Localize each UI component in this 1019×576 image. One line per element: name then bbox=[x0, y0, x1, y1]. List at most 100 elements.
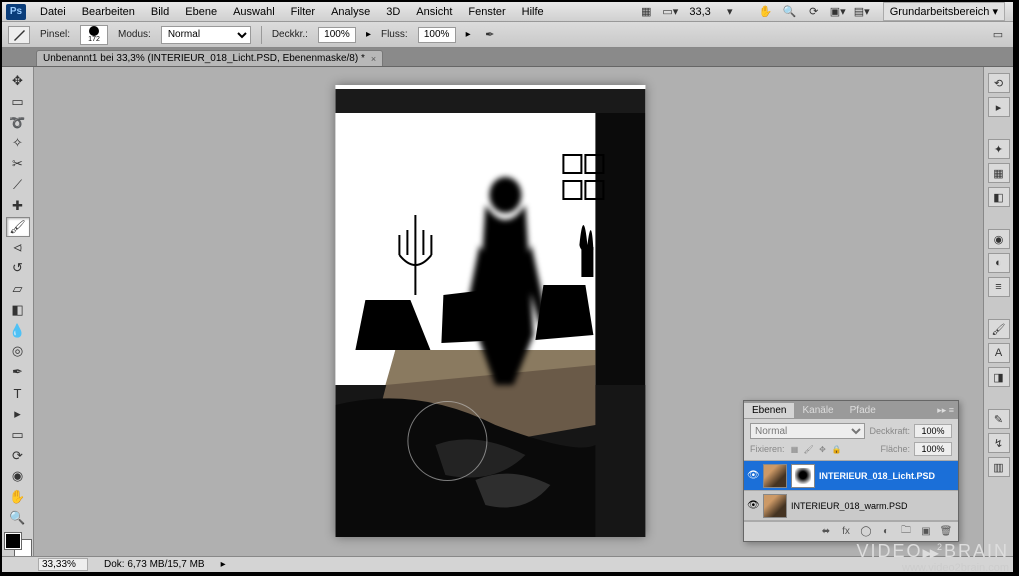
adjustment-layer-icon[interactable]: ◐ bbox=[878, 525, 894, 539]
document-tab[interactable]: Unbenannt1 bei 33,3% (INTERIEUR_018_Lich… bbox=[36, 50, 383, 66]
layer-mask-thumbnail[interactable] bbox=[791, 464, 815, 488]
3d-tool-icon[interactable]: ⟳ bbox=[6, 446, 30, 466]
styles-panel-icon[interactable]: ◉ bbox=[988, 229, 1010, 249]
eyedropper-tool-icon[interactable]: ⟋ bbox=[6, 175, 30, 195]
menu-help[interactable]: Hilfe bbox=[514, 4, 552, 20]
lock-transparency-icon[interactable]: ▦ bbox=[789, 443, 801, 455]
status-zoom[interactable]: 33,33% bbox=[38, 558, 88, 571]
layer-opacity-input[interactable] bbox=[914, 424, 952, 438]
character-panel-icon[interactable]: A bbox=[988, 343, 1010, 363]
lasso-tool-icon[interactable]: ➰ bbox=[6, 113, 30, 133]
layers-dock-icon[interactable]: ▥ bbox=[988, 457, 1010, 477]
eraser-tool-icon[interactable]: ▱ bbox=[6, 279, 30, 299]
history-panel-icon[interactable]: ⟲ bbox=[988, 73, 1010, 93]
actions-panel-icon[interactable]: ▸ bbox=[988, 97, 1010, 117]
menu-3d[interactable]: 3D bbox=[378, 4, 408, 20]
panel-menu-icon[interactable]: ▸▸ ≡ bbox=[933, 405, 958, 416]
marquee-tool-icon[interactable]: ▭ bbox=[6, 92, 30, 112]
tab-layers[interactable]: Ebenen bbox=[744, 403, 794, 418]
layer-thumbnail[interactable] bbox=[763, 494, 787, 518]
bridge-icon[interactable]: ▦ bbox=[637, 5, 655, 19]
brush-tool-icon[interactable]: 🖌 bbox=[6, 217, 30, 237]
stamp-tool-icon[interactable]: ⏿ bbox=[6, 238, 30, 258]
type-tool-icon[interactable]: T bbox=[6, 383, 30, 403]
crop-tool-icon[interactable]: ✂ bbox=[6, 154, 30, 174]
shape-tool-icon[interactable]: ▭ bbox=[6, 425, 30, 445]
close-tab-icon[interactable]: × bbox=[371, 54, 376, 64]
visibility-toggle-icon[interactable]: 👁 bbox=[747, 470, 759, 481]
rotate-icon[interactable]: ⟳ bbox=[805, 5, 823, 19]
chevron-down-icon[interactable]: ▾ bbox=[721, 5, 739, 19]
hand-icon[interactable]: ✋ bbox=[757, 5, 775, 19]
document-canvas[interactable] bbox=[335, 85, 645, 537]
zoom-level-text[interactable]: 33,3 bbox=[685, 6, 714, 18]
wand-tool-icon[interactable]: ✧ bbox=[6, 133, 30, 153]
lock-position-icon[interactable]: ✥ bbox=[817, 443, 829, 455]
lock-pixels-icon[interactable]: 🖌 bbox=[803, 443, 815, 455]
adjustments-panel-icon[interactable]: ◐ bbox=[988, 253, 1010, 273]
extras-icon[interactable]: ▤▾ bbox=[853, 5, 871, 19]
menu-select[interactable]: Auswahl bbox=[225, 4, 283, 20]
menu-image[interactable]: Bild bbox=[143, 4, 177, 20]
flow-input[interactable] bbox=[418, 27, 456, 43]
visibility-toggle-icon[interactable]: 👁 bbox=[747, 500, 759, 511]
layer-thumbnail[interactable] bbox=[763, 464, 787, 488]
delete-layer-icon[interactable]: 🗑 bbox=[938, 525, 954, 539]
group-icon[interactable]: 🗀 bbox=[898, 525, 914, 539]
tab-paths[interactable]: Pfade bbox=[842, 403, 884, 418]
swatches-panel-icon[interactable]: ▦ bbox=[988, 163, 1010, 183]
fill-input[interactable] bbox=[914, 442, 952, 456]
opacity-chevron-icon[interactable]: ▸ bbox=[366, 29, 371, 40]
brush-preset-picker[interactable]: 172 bbox=[80, 25, 108, 45]
layers-panel[interactable]: Ebenen Kanäle Pfade ▸▸ ≡ Normal Deckkraf… bbox=[743, 400, 959, 542]
hand-tool-icon[interactable]: ✋ bbox=[6, 487, 30, 507]
flow-chevron-icon[interactable]: ▸ bbox=[466, 29, 471, 40]
opacity-input[interactable] bbox=[318, 27, 356, 43]
brushes-panel-icon[interactable]: 🖌 bbox=[988, 319, 1010, 339]
layer-row[interactable]: 👁 INTERIEUR_018_warm.PSD bbox=[744, 491, 958, 521]
menu-window[interactable]: Fenster bbox=[460, 4, 513, 20]
clone-panel-icon[interactable]: ↯ bbox=[988, 433, 1010, 453]
navigator-panel-icon[interactable]: ✦ bbox=[988, 139, 1010, 159]
heal-tool-icon[interactable]: ✚ bbox=[6, 196, 30, 216]
screenmode-icon[interactable]: ▣▾ bbox=[829, 5, 847, 19]
gradient-tool-icon[interactable]: ◧ bbox=[6, 300, 30, 320]
zoom-icon[interactable]: 🔍 bbox=[781, 5, 799, 19]
arrange-docs-icon[interactable]: ▭▾ bbox=[661, 5, 679, 19]
layer-blend-mode-select[interactable]: Normal bbox=[750, 423, 865, 439]
foreground-color[interactable] bbox=[5, 533, 21, 549]
zoom-tool-icon[interactable]: 🔍 bbox=[6, 508, 30, 528]
info-panel-icon[interactable]: ◨ bbox=[988, 367, 1010, 387]
menu-filter[interactable]: Filter bbox=[283, 4, 323, 20]
layer-mask-icon[interactable]: ◯ bbox=[858, 525, 874, 539]
menu-layer[interactable]: Ebene bbox=[177, 4, 225, 20]
color-swatches[interactable] bbox=[5, 533, 31, 556]
channels-panel-icon[interactable]: ≡ bbox=[988, 277, 1010, 297]
app-logo[interactable]: Ps bbox=[6, 4, 26, 20]
status-doc-info[interactable]: Dok: 6,73 MB/15,7 MB bbox=[104, 559, 205, 570]
dodge-tool-icon[interactable]: ◎ bbox=[6, 342, 30, 362]
layer-row[interactable]: 👁 INTERIEUR_018_Licht.PSD bbox=[744, 461, 958, 491]
3d-camera-tool-icon[interactable]: ◉ bbox=[6, 466, 30, 486]
new-layer-icon[interactable]: ▣ bbox=[918, 525, 934, 539]
workspace-selector[interactable]: Grundarbeitsbereich ▾ bbox=[883, 2, 1005, 21]
move-tool-icon[interactable]: ✥ bbox=[6, 71, 30, 91]
menu-edit[interactable]: Bearbeiten bbox=[74, 4, 143, 20]
path-select-tool-icon[interactable]: ▸ bbox=[6, 404, 30, 424]
menu-view[interactable]: Ansicht bbox=[408, 4, 460, 20]
layer-name[interactable]: INTERIEUR_018_Licht.PSD bbox=[819, 471, 955, 481]
link-layers-icon[interactable]: ⬌ bbox=[818, 525, 834, 539]
color-panel-icon[interactable]: ◧ bbox=[988, 187, 1010, 207]
layer-style-icon[interactable]: fx bbox=[838, 525, 854, 539]
blend-mode-select[interactable]: Normal bbox=[161, 26, 251, 44]
history-brush-tool-icon[interactable]: ↺ bbox=[6, 258, 30, 278]
blur-tool-icon[interactable]: 💧 bbox=[6, 321, 30, 341]
airbrush-icon[interactable]: ✒ bbox=[481, 28, 499, 42]
tab-channels[interactable]: Kanäle bbox=[794, 403, 841, 418]
paths-panel-icon[interactable]: ✎ bbox=[988, 409, 1010, 429]
current-tool-icon[interactable] bbox=[8, 26, 30, 44]
lock-all-icon[interactable]: 🔒 bbox=[831, 443, 843, 455]
menu-file[interactable]: Datei bbox=[32, 4, 74, 20]
panel-toggle-icon[interactable]: ▭ bbox=[989, 28, 1007, 42]
status-chevron-icon[interactable]: ▸ bbox=[221, 559, 226, 570]
